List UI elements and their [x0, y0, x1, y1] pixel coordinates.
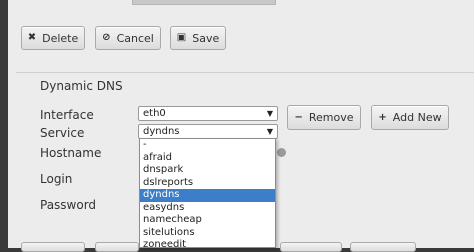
dropdown-option[interactable]: namecheap [140, 214, 275, 227]
save-icon: ▣ [176, 32, 187, 43]
interface-label: Interface [40, 108, 94, 122]
add-new-label: Add New [392, 111, 442, 124]
chevron-down-icon: ▼ [266, 109, 273, 118]
section-divider [16, 72, 474, 73]
section-title: Dynamic DNS [40, 79, 123, 93]
interface-value: eth0 [143, 108, 166, 119]
delete-button[interactable]: ✖ Delete [21, 26, 85, 50]
service-value: dyndns [143, 126, 180, 137]
hostname-label: Hostname [40, 146, 102, 160]
cancel-button[interactable]: ⊘ Cancel [95, 26, 161, 50]
save-button[interactable]: ▣ Save [170, 26, 226, 50]
service-dropdown-list[interactable]: - afraid dnspark dslreports dyndns easyd… [139, 138, 276, 248]
service-label: Service [40, 126, 85, 140]
service-select[interactable]: dyndns ▼ [138, 124, 278, 139]
dropdown-option[interactable]: afraid [140, 152, 275, 165]
chevron-down-icon: ▼ [266, 127, 273, 136]
dropdown-option[interactable]: dslreports [140, 177, 275, 190]
top-field-edge [132, 0, 276, 5]
add-new-button[interactable]: + Add New [371, 105, 449, 130]
cancel-icon: ⊘ [102, 32, 111, 43]
bottom-button[interactable] [280, 242, 342, 252]
plus-icon: + [378, 111, 387, 123]
dropdown-option[interactable]: zoneedit [140, 239, 275, 247]
bottom-button[interactable] [95, 242, 139, 252]
save-label: Save [192, 31, 220, 45]
bottom-button[interactable] [350, 242, 416, 252]
dropdown-option[interactable]: dnspark [140, 164, 275, 177]
remove-button[interactable]: − Remove [287, 105, 361, 130]
interface-select[interactable]: eth0 ▼ [138, 106, 278, 121]
help-icon[interactable] [277, 148, 286, 157]
dropdown-option[interactable]: easydns [140, 202, 275, 215]
dropdown-option[interactable]: sitelutions [140, 227, 275, 240]
cancel-label: Cancel [116, 31, 154, 45]
remove-label: Remove [308, 111, 354, 124]
dropdown-option[interactable]: - [140, 139, 275, 152]
minus-icon: − [294, 111, 303, 123]
bottom-button[interactable] [21, 242, 85, 252]
password-label: Password [40, 198, 97, 212]
close-icon: ✖ [27, 32, 37, 43]
delete-label: Delete [42, 31, 79, 45]
dropdown-option-selected[interactable]: dyndns [140, 189, 275, 202]
login-label: Login [40, 172, 73, 186]
